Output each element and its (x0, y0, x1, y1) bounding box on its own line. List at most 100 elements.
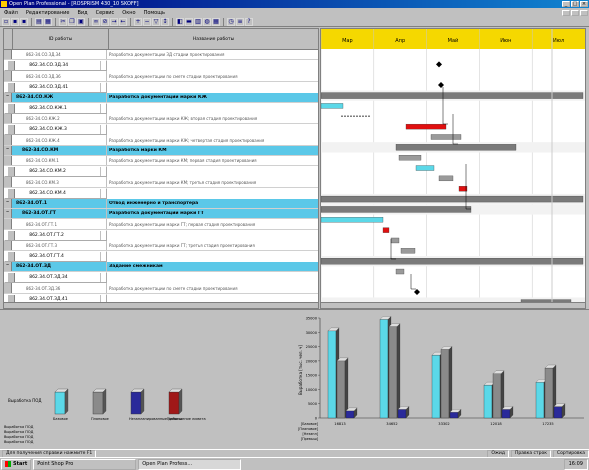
calendar-icon[interactable]: ▦ (212, 17, 220, 26)
row-selector[interactable] (8, 252, 16, 262)
maximize-button[interactable]: □ (571, 1, 579, 7)
task-row[interactable]: 862.34.СО.ЗД.34Задание на составление см… (4, 60, 107, 72)
summary-row[interactable]: −862-34.СО.КЖ Разработка документации мар… (4, 92, 318, 104)
summary-row[interactable]: −862-34.ОТ.ГТ Разработка документации мар… (4, 209, 318, 220)
title-bar[interactable]: Open Plan Professional - [ROSPRISM 430_1… (0, 0, 589, 8)
task-name-cell[interactable]: Разработка документации марки КМ; третья… (107, 180, 318, 185)
task-row[interactable]: 862-34.ОТ.ГТ.3 Разработка документации ма… (4, 240, 318, 252)
histogram-icon[interactable]: ▥ (194, 17, 202, 26)
zoom-out-icon[interactable]: − (143, 17, 151, 26)
task-id-cell[interactable]: 862-34.ОТ.1 (12, 198, 107, 209)
task-id-cell[interactable]: 862-34.ОТ.ЗД (12, 262, 107, 272)
task-row[interactable]: 862-34.ОТ.ГТ.1 Разработка документации ма… (4, 219, 318, 230)
task-name-cell[interactable]: Задание на составление сметы и расценку … (101, 63, 103, 68)
summary-row[interactable]: −862-34.СО.КМ Разработка марки КМ (4, 145, 318, 157)
task-row[interactable]: 862.34.ОТ.ГТ.4Разработка документации ма… (4, 251, 107, 263)
unlink-icon[interactable]: ⊘ (101, 17, 109, 26)
help-icon[interactable]: ? (245, 17, 253, 26)
doc-minimize-button[interactable] (562, 9, 570, 16)
row-selector[interactable] (4, 156, 12, 166)
task-row[interactable]: 862-34.СО.КЖ.2 Разработка документации ма… (4, 114, 318, 125)
task-name-cell[interactable]: Разработка документации ЗД стадии проект… (107, 52, 318, 57)
resource-icon[interactable]: ◍ (203, 17, 211, 26)
task-id-cell[interactable]: 862.34.ОТ.ЗД.34 (15, 273, 101, 283)
task-id-cell[interactable]: 862.34.СО.КЖ.1 (15, 104, 101, 114)
task-name-cell[interactable]: Разработка документации марки ГТ; четвер… (101, 254, 103, 259)
task-id-cell[interactable]: 862-34.ОТ.ГТ.1 (12, 219, 107, 229)
row-selector[interactable]: − (4, 198, 12, 209)
task-row[interactable]: 862-34.СО.КМ.1 Разработка документации ма… (4, 156, 318, 167)
menu-window[interactable]: Окно (118, 10, 139, 16)
task-name-cell[interactable]: Отвод инженерно и транспортера (107, 201, 318, 206)
task-id-cell[interactable]: 862-34.СО.ЗД.34 (12, 50, 107, 60)
indent-icon[interactable]: → (110, 17, 118, 26)
save-icon[interactable]: ▪ (20, 17, 28, 26)
taskbar-item-openplan[interactable]: Open Plan Profess... (138, 458, 242, 470)
select-all-corner[interactable] (4, 29, 13, 49)
bar-icon[interactable]: ▬ (185, 17, 193, 26)
row-selector[interactable] (8, 273, 16, 283)
task-id-cell[interactable]: 862.34.СО.ЗД.34 (15, 61, 101, 71)
row-selector[interactable]: − (4, 145, 12, 156)
task-row[interactable]: 862-34.СО.КМ.3 Разработка документации ма… (4, 177, 318, 188)
preview-icon[interactable]: ▦ (44, 17, 52, 26)
column-header-name[interactable]: Название работы (109, 29, 318, 49)
filter-icon[interactable]: ▽ (152, 17, 160, 26)
gantt-horizontal-scrollbar[interactable] (320, 302, 586, 309)
task-row[interactable]: 862.34.СО.КМ.2Разработка документации ма… (4, 166, 107, 178)
task-id-cell[interactable]: 862-34.ОТ.ГТ (12, 209, 107, 219)
doc-close-button[interactable] (580, 9, 588, 16)
menu-file[interactable]: Файл (0, 10, 22, 16)
task-name-cell[interactable]: Разработка марки КМ (107, 148, 318, 153)
app-icon[interactable] (1, 1, 7, 7)
task-name-cell[interactable]: Разработка документации марки ГТ; третья… (107, 243, 318, 248)
menu-view[interactable]: Вид (73, 10, 91, 16)
task-row[interactable]: 862.34.СО.ЗД.41Сдача РД в архив (4, 81, 107, 93)
task-name-cell[interactable]: Разработка документации марки КЖ (107, 95, 318, 100)
row-selector[interactable] (8, 104, 16, 114)
task-id-cell[interactable]: 862.34.ОТ.ГТ.2 (15, 230, 101, 240)
doc-restore-button[interactable] (571, 9, 579, 16)
row-selector[interactable] (4, 50, 12, 60)
task-row[interactable]: 862.34.ОТ.ЗД.34Задание на составление см… (4, 272, 107, 284)
task-id-cell[interactable]: 862-34.СО.КЖ.4 (12, 135, 107, 145)
start-button[interactable]: Start (1, 458, 32, 470)
timescale-icon[interactable]: ◧ (176, 17, 184, 26)
task-name-cell[interactable]: Разработка документации марки ГТ; вторая… (101, 233, 103, 238)
row-selector[interactable] (4, 71, 12, 81)
task-name-cell[interactable]: Разработка документации марки КЖ; вторая… (107, 116, 318, 121)
task-id-cell[interactable]: 862.34.СО.КМ.4 (15, 188, 101, 198)
schedule-icon[interactable]: ◷ (227, 17, 235, 26)
grid-horizontal-scrollbar[interactable] (3, 302, 319, 309)
task-name-cell[interactable]: Разработка документации марки КМ; четвер… (101, 191, 103, 196)
task-name-cell[interactable]: Разработка документации марки КЖ; четвер… (107, 138, 318, 143)
task-id-cell[interactable]: 862-34.ОТ.ГТ.3 (12, 240, 107, 251)
close-button[interactable]: × (580, 1, 588, 7)
sort-icon[interactable]: ↕ (161, 17, 169, 26)
task-id-cell[interactable]: 862-34.СО.КЖ (12, 92, 107, 103)
row-selector[interactable] (4, 177, 12, 187)
task-id-cell[interactable]: 862.34.СО.ЗД.41 (15, 82, 101, 92)
menu-tools[interactable]: Сервис (92, 10, 119, 16)
task-name-cell[interactable]: Разработка документации марки ГТ; первая… (107, 222, 318, 227)
task-id-cell[interactable]: 862-34.СО.КЖ.2 (12, 114, 107, 124)
task-name-cell[interactable]: Сдача РД в архив (101, 85, 103, 90)
task-id-cell[interactable]: 862.34.СО.КЖ.3 (15, 125, 101, 135)
row-selector[interactable] (4, 240, 12, 251)
menu-edit[interactable]: Редактирование (22, 10, 74, 16)
open-icon[interactable]: ▪ (11, 17, 19, 26)
summary-row[interactable]: −862-34.ОТ.1 Отвод инженерно и транспорте… (4, 198, 318, 210)
task-row[interactable]: 862-34.СО.ЗД.36 Разработка документации п… (4, 71, 318, 82)
task-row[interactable]: 862-34.СО.КЖ.4 Разработка документации ма… (4, 135, 318, 146)
task-id-cell[interactable]: 862-34.СО.ЗД.36 (12, 71, 107, 81)
row-selector[interactable] (4, 219, 12, 229)
task-row[interactable]: 862.34.СО.КЖ.1Разработка документации ма… (4, 103, 107, 115)
row-selector[interactable] (4, 114, 12, 124)
task-name-cell[interactable]: Задание на составление сметы и расценку … (101, 275, 103, 280)
task-name-cell[interactable]: Разработка документации марки КЖ; первая… (101, 106, 103, 111)
copy-icon[interactable]: ❐ (68, 17, 76, 26)
task-row[interactable]: 862.34.СО.КЖ.3Разработка документации ма… (4, 124, 107, 136)
row-selector[interactable] (4, 135, 12, 145)
row-selector[interactable] (8, 82, 16, 92)
task-id-cell[interactable]: 862-34.СО.КМ (12, 145, 107, 156)
